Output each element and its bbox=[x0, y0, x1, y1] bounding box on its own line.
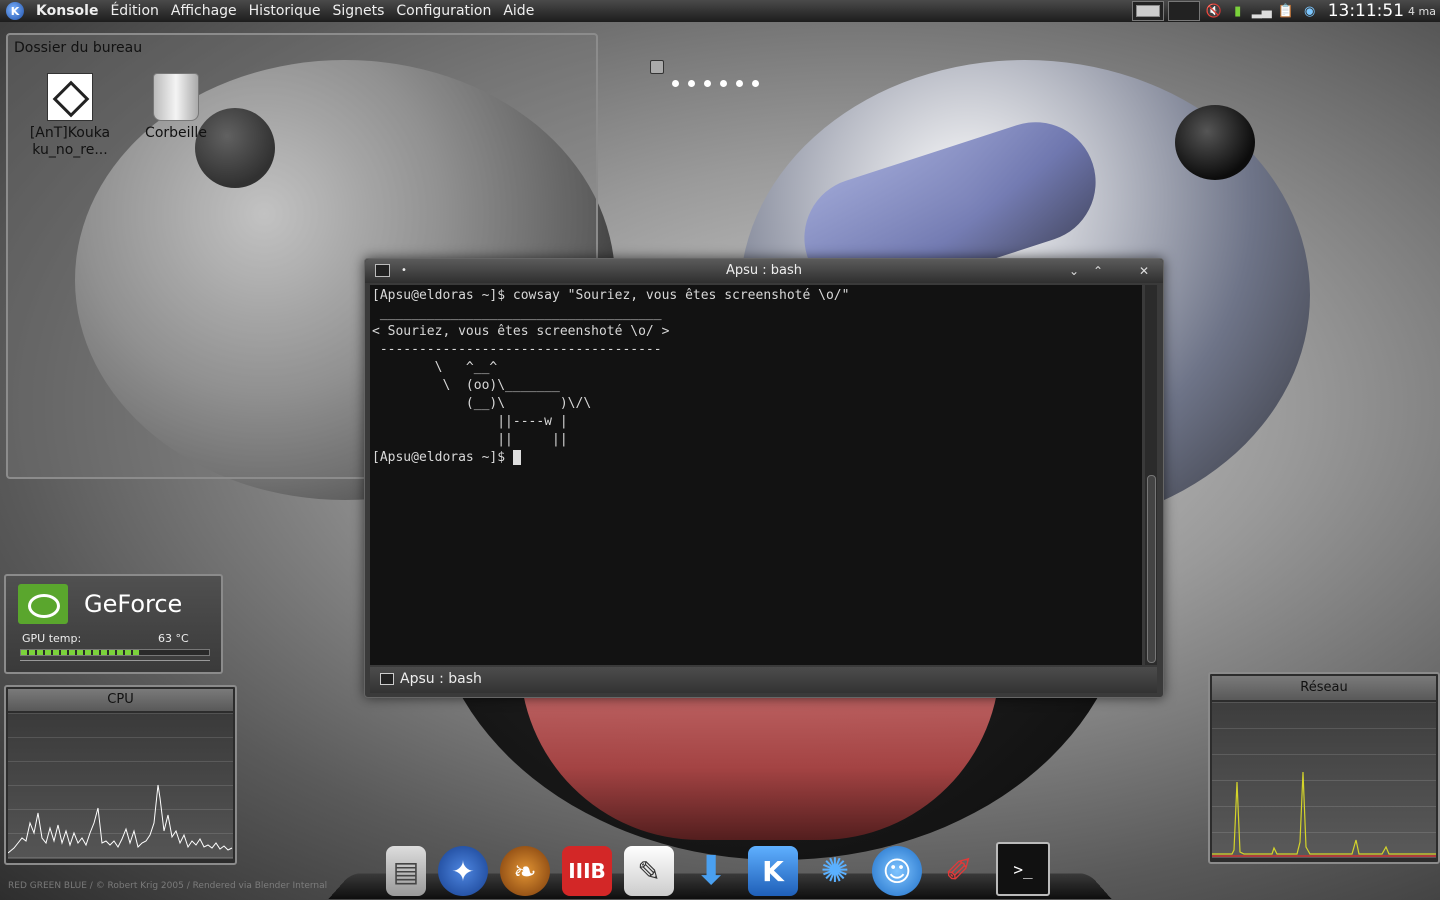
divider bbox=[20, 660, 210, 661]
menu-configuration[interactable]: Configuration bbox=[390, 3, 497, 19]
window-menu-dot-icon[interactable]: • bbox=[401, 259, 407, 283]
cpu-graph bbox=[8, 713, 233, 859]
network-monitor-widget: Réseau bbox=[1208, 672, 1440, 864]
desktop-activity-dots bbox=[672, 80, 759, 87]
paint-brush-icon[interactable]: ✐ bbox=[934, 846, 984, 896]
gpu-temp-label: GPU temp: bbox=[22, 632, 82, 645]
video-file-icon bbox=[47, 73, 93, 121]
gpu-temp-bar-fill bbox=[21, 650, 140, 655]
network-graph-line bbox=[1212, 771, 1436, 857]
terminal-line: ------------------------------------ bbox=[379, 342, 662, 357]
application-dock: ▤ ✦ ❧ IIIB ✎ ⬇ K ✺ ☺ ✐ >_ bbox=[386, 836, 1050, 896]
kde-menu-icon[interactable]: K bbox=[6, 2, 24, 20]
volume-muted-icon[interactable]: 🔇 bbox=[1204, 2, 1224, 20]
text-editor-icon[interactable]: ✎ bbox=[624, 846, 674, 896]
cpu-monitor-widget: CPU bbox=[4, 685, 237, 865]
geforce-widget: GeForce GPU temp: 63 °C bbox=[4, 574, 223, 674]
tab-apsu-bash[interactable]: Apsu : bash bbox=[380, 671, 482, 687]
nvidia-logo-icon bbox=[18, 584, 68, 624]
system-tray: 🔇 ▮ ▂▄ 📋 ◉ 13:11:51 4 ma bbox=[1131, 0, 1440, 22]
terminal-line: < Souriez, vous êtes screenshoté \o/ > bbox=[372, 324, 670, 339]
gpu-temp-value: 63 °C bbox=[158, 632, 189, 645]
scrollbar-thumb[interactable] bbox=[1147, 475, 1156, 663]
terminal-cursor bbox=[512, 450, 521, 465]
terminal-line: || || bbox=[497, 432, 568, 447]
browser-wolf-icon[interactable]: ✦ bbox=[438, 846, 488, 896]
terminal-window-icon[interactable] bbox=[375, 264, 390, 277]
window-title: Apsu : bash bbox=[725, 263, 803, 278]
terminal-line: ____________________________________ bbox=[379, 306, 662, 321]
top-panel: K Konsole Édition Affichage Historique S… bbox=[0, 0, 1440, 22]
signal-icon[interactable]: ▂▄ bbox=[1252, 2, 1272, 20]
chat-bubble-icon[interactable]: ☺ bbox=[872, 846, 922, 896]
network-globe-icon[interactable]: ✺ bbox=[810, 846, 860, 896]
terminal-line: [Apsu@eldoras ~]$ cowsay "Souriez, vous … bbox=[372, 288, 850, 303]
terminal-line: \ ^__^ bbox=[434, 360, 498, 375]
network-graph bbox=[1212, 702, 1436, 858]
minimize-button[interactable]: ⌄ bbox=[1065, 262, 1083, 280]
clipboard-icon[interactable]: 📋 bbox=[1276, 2, 1296, 20]
menu-aide[interactable]: Aide bbox=[497, 3, 540, 19]
terminal-line: (__)\ )\/\ bbox=[465, 396, 592, 411]
tab-label: Apsu : bash bbox=[400, 671, 482, 687]
cpu-monitor-title: CPU bbox=[8, 689, 233, 711]
network-monitor-title: Réseau bbox=[1212, 676, 1436, 700]
terminal-line: \ (oo)\_______ bbox=[442, 378, 560, 393]
clock-date[interactable]: 4 ma bbox=[1408, 5, 1436, 18]
trash-icon bbox=[153, 73, 199, 121]
menu-historique[interactable]: Historique bbox=[243, 3, 327, 19]
konsole-titlebar[interactable]: • Apsu : bash ⌄ ⌃ ✕ bbox=[365, 259, 1163, 283]
uberbook-icon[interactable]: IIIB bbox=[562, 846, 612, 896]
menu-affichage[interactable]: Affichage bbox=[165, 3, 243, 19]
geforce-title: GeForce bbox=[84, 590, 183, 618]
desktop-icon-video[interactable]: [AnT]Kouka ku_no_re... bbox=[20, 73, 120, 159]
terminal-output[interactable]: [Apsu@eldoras ~]$ cowsay "Souriez, vous … bbox=[370, 285, 1142, 665]
network-manager-icon[interactable]: ◉ bbox=[1300, 2, 1320, 20]
desktop-icon-label: [AnT]Kouka bbox=[29, 125, 111, 141]
pager-desktop-2[interactable] bbox=[1167, 1, 1200, 21]
coffee-bean-icon[interactable]: ❧ bbox=[500, 846, 550, 896]
cpu-graph-line bbox=[8, 784, 233, 854]
menu-signets[interactable]: Signets bbox=[326, 3, 390, 19]
gpu-temp-bar bbox=[20, 649, 210, 656]
konsole-tab-bar: Apsu : bash bbox=[370, 667, 1157, 693]
menu-konsole[interactable]: Konsole bbox=[30, 3, 104, 19]
konsole-window[interactable]: • Apsu : bash ⌄ ⌃ ✕ [Apsu@eldoras ~]$ co… bbox=[364, 258, 1164, 698]
terminal-scrollbar[interactable] bbox=[1145, 285, 1157, 665]
wallpaper-credit: RED GREEN BLUE / © Robert Krig 2005 / Re… bbox=[8, 881, 328, 891]
download-manager-icon[interactable]: ⬇ bbox=[686, 846, 736, 896]
terminal-line: ||----w | bbox=[497, 414, 568, 429]
desktop-icon-trash[interactable]: Corbeille bbox=[126, 73, 226, 142]
file-cabinet-icon[interactable]: ▤ bbox=[386, 846, 426, 896]
close-button[interactable]: ✕ bbox=[1135, 262, 1153, 280]
terminal-prompt: [Apsu@eldoras ~]$ bbox=[372, 450, 513, 465]
menu-edition[interactable]: Édition bbox=[104, 3, 164, 19]
clock-time[interactable]: 13:11:51 bbox=[1328, 1, 1404, 21]
konsole-dock-icon[interactable]: >_ bbox=[996, 842, 1050, 896]
maximize-button[interactable]: ⌃ bbox=[1089, 262, 1107, 280]
desktop-icon-label: Corbeille bbox=[145, 125, 207, 141]
pager-desktop-1[interactable] bbox=[1131, 1, 1164, 21]
desktop-icon-label: ku_no_re... bbox=[32, 142, 108, 158]
folder-view-title: Dossier du bureau bbox=[14, 40, 143, 56]
wallpaper-hole-right bbox=[1175, 105, 1255, 180]
terminal-tab-icon bbox=[380, 673, 394, 685]
battery-icon[interactable]: ▮ bbox=[1228, 2, 1248, 20]
terminal-text: [Apsu@eldoras ~]$ cowsay "Souriez, vous … bbox=[370, 285, 1142, 467]
kopete-icon[interactable]: K bbox=[748, 846, 798, 896]
desktop-toolbox-icon[interactable] bbox=[650, 60, 664, 74]
